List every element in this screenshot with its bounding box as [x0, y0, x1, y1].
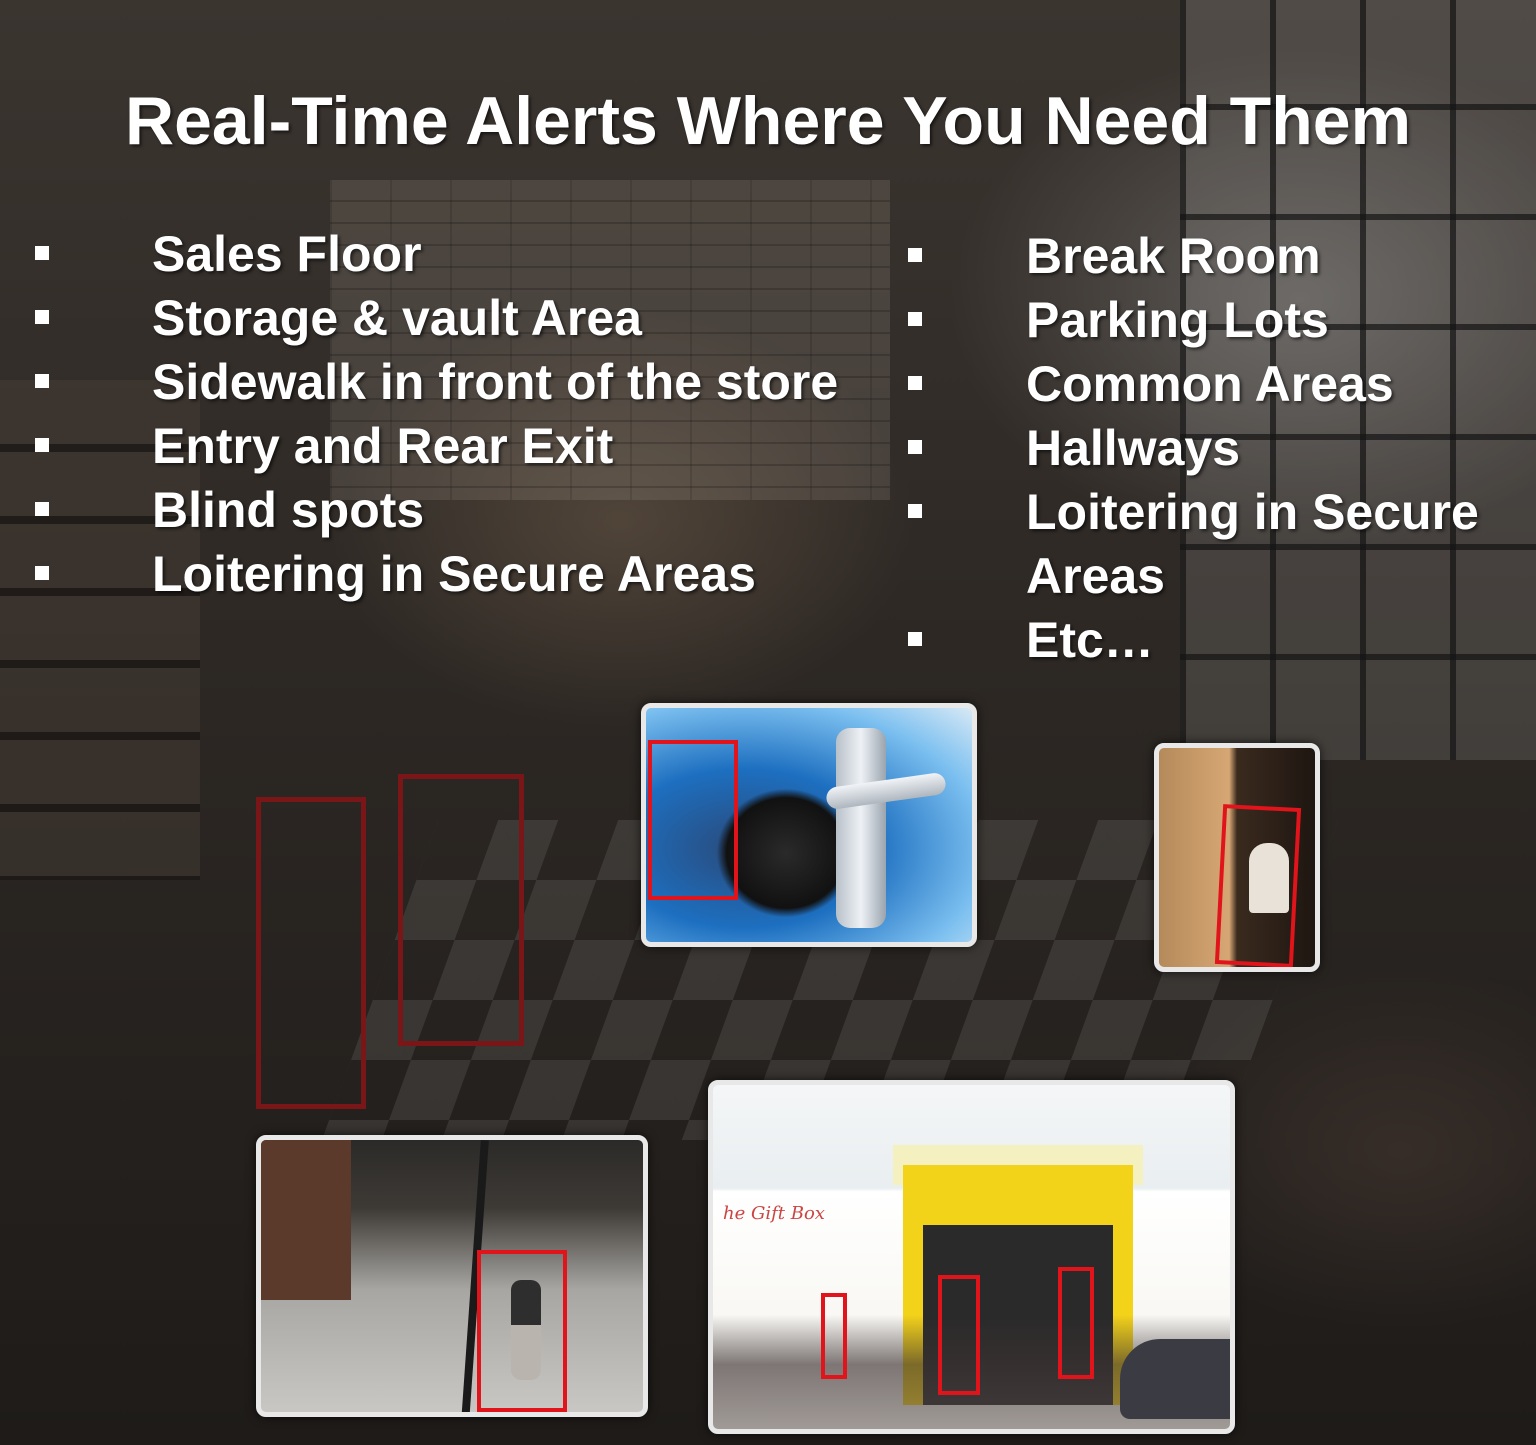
gift-box-sign: he Gift Box [723, 1203, 825, 1224]
detection-box-doorway-person [1214, 804, 1302, 967]
square-bullet-icon [908, 504, 922, 518]
list-item: Etc… [0, 608, 1479, 672]
parked-car [1120, 1339, 1230, 1419]
list-item-continuation: Areas [1026, 548, 1165, 604]
square-bullet-icon [908, 376, 922, 390]
square-bullet-icon [908, 440, 922, 454]
detection-box-crowd-2 [938, 1275, 980, 1395]
camera-thumbnail-break-in [641, 703, 977, 947]
right-bullet-list: Break Room Parking Lots Common Areas Hal… [0, 224, 1479, 672]
square-bullet-icon [908, 248, 922, 262]
detection-box-person-2 [398, 774, 524, 1046]
list-item: Loitering in Secure [0, 480, 1479, 544]
detection-box-person-1 [256, 797, 366, 1109]
detection-box-intruder [648, 740, 738, 900]
list-item: Hallways [0, 416, 1479, 480]
camera-thumbnail-doorway [1154, 743, 1320, 972]
camera-thumbnail-storefront: he Gift Box [708, 1080, 1235, 1434]
square-bullet-icon [908, 312, 922, 326]
list-item: Parking Lots [0, 288, 1479, 352]
page-title: Real-Time Alerts Where You Need Them [124, 83, 1412, 159]
detection-box-pedestrian [477, 1250, 567, 1412]
camera-thumbnail-sidewalk [256, 1135, 648, 1417]
square-bullet-icon [908, 632, 922, 646]
detection-box-crowd-3 [1058, 1267, 1094, 1379]
detection-box-crowd-1 [821, 1293, 847, 1379]
list-item: Common Areas [0, 352, 1479, 416]
list-item: Break Room [0, 224, 1479, 288]
door-handle-plate [836, 728, 886, 928]
brick-building [261, 1140, 351, 1300]
